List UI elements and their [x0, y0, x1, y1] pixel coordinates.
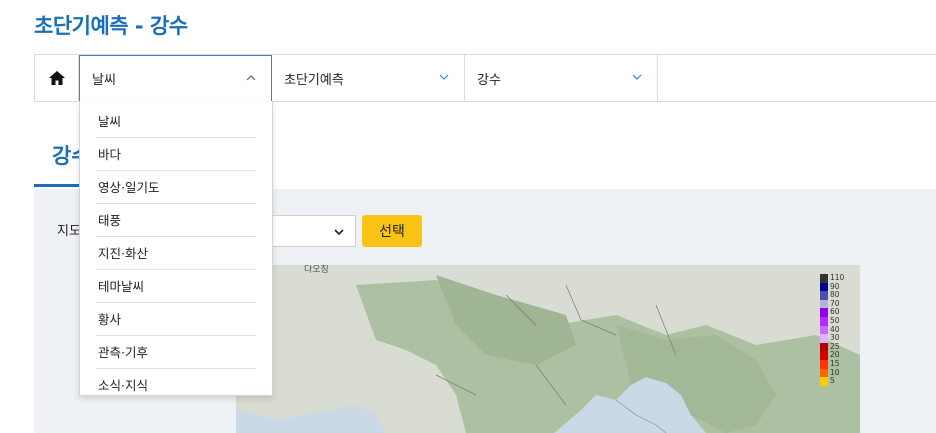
legend-row: 10	[820, 368, 850, 378]
page-title: 초단기예측 - 강수	[34, 14, 188, 38]
legend-swatch	[820, 334, 828, 343]
dropdown-item[interactable]: 태풍	[96, 204, 256, 237]
category-select-value: 날씨	[92, 73, 116, 88]
legend-swatch	[820, 316, 828, 326]
location-navbar: 날씨 초단기예측 강수	[34, 54, 936, 102]
dropdown-item[interactable]: 관측·기후	[96, 336, 256, 369]
dropdown-item[interactable]: 지진·화산	[96, 237, 256, 270]
legend-swatch	[820, 299, 828, 309]
weather-map[interactable]: 다오징	[236, 265, 860, 433]
dropdown-item[interactable]: 바다	[96, 138, 256, 171]
chevron-down-icon	[439, 74, 449, 80]
precipitation-legend: 110 90 80 70 60 50 40 30 25 20 15 10 5	[820, 273, 850, 386]
legend-swatch	[820, 308, 828, 317]
legend-swatch	[820, 377, 828, 386]
legend-swatch	[820, 351, 828, 360]
dropdown-item[interactable]: 황사	[96, 303, 256, 336]
legend-swatch	[820, 368, 828, 378]
dropdown-list: 날씨 바다 영상·일기도 태풍 지진·화산 테마날씨 황사 관측·기후 소식·지식	[80, 101, 272, 402]
legend-swatch	[820, 359, 828, 369]
legend-value: 5	[830, 376, 835, 386]
category-dropdown-menu: 날씨 바다 영상·일기도 태풍 지진·화산 테마날씨 황사 관측·기후 소식·지식	[79, 101, 273, 396]
home-icon	[48, 71, 65, 85]
home-button[interactable]	[34, 55, 79, 101]
map-city-label: 다오징	[304, 265, 329, 275]
subcategory-select[interactable]: 초단기예측	[272, 55, 465, 101]
chevron-down-icon	[334, 229, 344, 236]
item-select[interactable]: 강수	[465, 55, 658, 101]
item-select-value: 강수	[477, 72, 501, 88]
legend-swatch	[820, 274, 828, 283]
dropdown-item[interactable]: 소식·지식	[96, 369, 256, 402]
legend-swatch	[820, 291, 828, 300]
legend-swatch	[820, 325, 828, 335]
select-button[interactable]: 선택	[362, 215, 422, 247]
legend-row: 5	[820, 377, 850, 386]
dropdown-item[interactable]: 영상·일기도	[96, 171, 256, 204]
dropdown-item[interactable]: 테마날씨	[96, 270, 256, 303]
dropdown-item[interactable]: 날씨	[96, 105, 256, 138]
category-select[interactable]: 날씨	[79, 55, 272, 101]
map-image	[236, 265, 860, 433]
chevron-down-icon	[632, 74, 642, 80]
chevron-up-icon	[246, 75, 256, 81]
subcategory-select-value: 초단기예측	[284, 72, 344, 88]
legend-swatch	[820, 282, 828, 292]
legend-swatch	[820, 342, 828, 352]
map-label: 지도	[57, 224, 81, 239]
map-select[interactable]	[270, 215, 356, 247]
